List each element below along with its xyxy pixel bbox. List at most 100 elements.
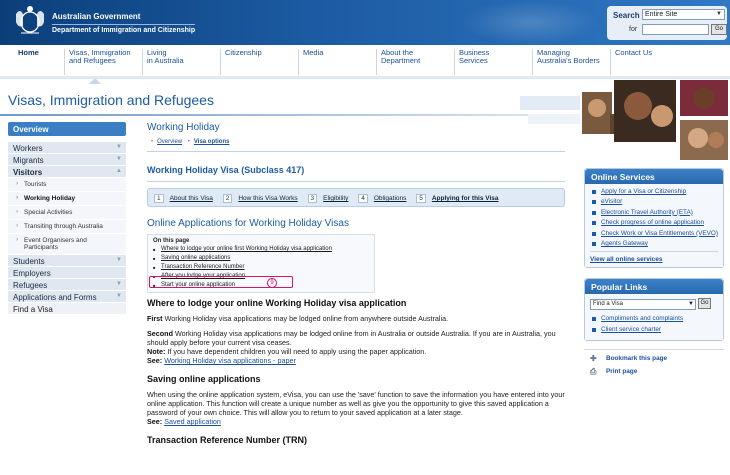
nav-label-line2: Australia's Borders (537, 56, 600, 65)
panel-title: Online Services (585, 169, 723, 184)
nav-living[interactable]: Living in Australia (142, 49, 220, 75)
step-number: 3 (307, 194, 318, 203)
service-link[interactable]: Apply for a Visa or Citizenship (590, 188, 718, 195)
nav-business[interactable]: Business Services (454, 49, 532, 75)
step-label: Eligibility (323, 195, 349, 202)
step-1[interactable]: 1 About this Visa (154, 194, 213, 203)
nav-home-label: Home (18, 48, 39, 57)
view-all-services-link[interactable]: View all online services (590, 251, 718, 263)
leftnav-sub-transiting[interactable]: Transiting through Australia (8, 219, 126, 233)
nav-about[interactable]: About the Department (376, 49, 454, 75)
step-number: 1 (154, 194, 164, 203)
search-scope-select[interactable]: Entire Site ▼ (642, 9, 725, 20)
annotation-badge: 9 (267, 278, 277, 288)
paragraph-text: When using the online application system… (147, 390, 565, 417)
step-4[interactable]: 4 Obligations (358, 194, 406, 203)
leftnav-sub-tourists[interactable]: Tourists (8, 177, 126, 191)
link-text: eVisitor (601, 198, 623, 206)
popular-link[interactable]: Client service charter (590, 326, 718, 333)
saved-application-link[interactable]: Saved application (164, 417, 221, 426)
nav-label-line1: Media (303, 48, 324, 57)
service-link[interactable]: Check progress of online application (590, 219, 718, 226)
step-number: 5 (416, 194, 426, 203)
link-text: Client service charter (601, 325, 662, 333)
subnav-overview[interactable]: Overview (157, 139, 182, 145)
leftnav-visitors[interactable]: Visitors ▲ (8, 165, 126, 177)
panel-body: Apply for a Visa or Citizenship eVisitor… (585, 184, 723, 268)
anchor-link[interactable]: Saving online applications (161, 255, 230, 261)
search-input[interactable] (642, 24, 709, 35)
search-go-button[interactable]: Go (711, 24, 727, 35)
nav-media[interactable]: Media (298, 49, 376, 75)
visa-heading: Working Holiday Visa (Subclass 417) (147, 165, 305, 175)
leftnav-applications-forms[interactable]: Applications and Forms ▼ (8, 290, 126, 302)
chevron-down-icon: ▼ (116, 156, 122, 162)
leftnav-label: Migrants (13, 156, 44, 165)
leftnav-sub-working-holiday[interactable]: Working Holiday (8, 191, 126, 205)
bullet-icon: • (151, 139, 154, 145)
popular-links-go-button[interactable]: Go (698, 298, 711, 310)
coat-of-arms-logo[interactable] (12, 4, 48, 38)
search-panel: Search Entire Site ▼ for Go (607, 6, 727, 40)
chevron-down-icon: ▼ (116, 257, 122, 263)
chevron-down-icon: ▼ (716, 11, 722, 17)
chevron-up-icon: ▲ (116, 168, 122, 174)
leftnav-students[interactable]: Students ▼ (8, 254, 126, 266)
link-text: Check progress of online application (601, 219, 705, 227)
nav-visas[interactable]: Visas, Immigration and Refugees (64, 49, 142, 84)
leftnav-workers[interactable]: Workers ▼ (8, 141, 126, 153)
page-title: Visas, Immigration and Refugees (8, 92, 214, 108)
leftnav-migrants[interactable]: Migrants ▼ (8, 153, 126, 165)
main-content: Working Holiday • Overview • Visa options … (147, 122, 565, 445)
link-text: Electronic Travel Authority (ETA) (601, 208, 693, 216)
page-tools: ✚ Bookmark this page ⎙ Print page (584, 349, 724, 376)
step-2[interactable]: 2 How this Visa Works (222, 194, 298, 203)
divider (147, 181, 565, 182)
popular-links-form: Find a Visa ▼ Go (590, 298, 718, 311)
nav-home[interactable]: Home (14, 49, 64, 75)
bookmark-tool[interactable]: ✚ Bookmark this page (584, 354, 724, 363)
nav-borders[interactable]: Managing Australia's Borders (532, 49, 610, 75)
divider (147, 151, 565, 152)
popular-link[interactable]: Compliments and complaints (590, 315, 718, 322)
sub-navigation: • Overview • Visa options (147, 139, 565, 145)
step-label: Applying for this Visa (431, 195, 499, 202)
leftnav-label: Applications and Forms (13, 293, 97, 302)
online-applications-heading: Online Applications for Working Holiday … (147, 218, 349, 229)
lodge-heading: Where to lodge your online Working Holid… (147, 298, 407, 308)
nav-label-line1: Citizenship (225, 48, 262, 57)
step-5[interactable]: 5 Applying for this Visa (416, 194, 499, 203)
online-services-panel: Online Services Apply for a Visa or Citi… (584, 168, 724, 269)
service-link[interactable]: Agents Gateway (590, 240, 718, 247)
service-link[interactable]: Check Work or Visa Entitlements (VEVO) (590, 230, 718, 237)
visa-steps-bar: 1 About this Visa 2 How this Visa Works 3E… (147, 188, 565, 207)
bold-text: See: (147, 417, 163, 426)
leftnav-find-visa[interactable]: Find a Visa (8, 302, 126, 314)
on-this-page-title: On this page (153, 238, 190, 244)
service-link[interactable]: Electronic Travel Authority (ETA) (590, 209, 718, 216)
anchor-link[interactable]: Where to lodge your online first Working… (161, 246, 332, 252)
list-item: Where to lodge your online first Working… (153, 246, 369, 253)
nav-contact[interactable]: Contact Us (610, 49, 688, 75)
leftnav-employers[interactable]: Employers (8, 266, 126, 278)
paragraph-second: Second Working Holiday visa applications… (147, 329, 565, 365)
service-link[interactable]: eVisitor (590, 198, 718, 205)
paper-application-link[interactable]: Working Holiday visa applications - pape… (164, 356, 296, 365)
chevron-down-icon: ▼ (116, 293, 122, 299)
nav-citizenship[interactable]: Citizenship (220, 49, 298, 75)
paragraph-first: First Working Holiday visa applications … (147, 314, 565, 323)
leftnav-sub-special-activities[interactable]: Special Activities (8, 205, 126, 219)
nav-label-line1: Contact Us (615, 48, 653, 57)
leftnav-sub-event-organisers[interactable]: Event Organisers and Participants (8, 233, 126, 254)
subnav-visa-options[interactable]: Visa options (194, 139, 230, 145)
link-text: Apply for a Visa or Citizenship (601, 188, 687, 195)
print-tool[interactable]: ⎙ Print page (584, 367, 724, 376)
popular-links-select[interactable]: Find a Visa ▼ (590, 299, 696, 311)
search-for-label: for (629, 26, 638, 33)
leftnav-overview[interactable]: Overview (8, 122, 126, 136)
anchor-link[interactable]: Transaction Reference Number (161, 264, 244, 270)
step-3[interactable]: 3 Eligibility (307, 194, 349, 203)
panel-title: Popular Links (585, 279, 723, 295)
step-label: Obligations (373, 195, 407, 202)
leftnav-refugees[interactable]: Refugees ▼ (8, 278, 126, 290)
